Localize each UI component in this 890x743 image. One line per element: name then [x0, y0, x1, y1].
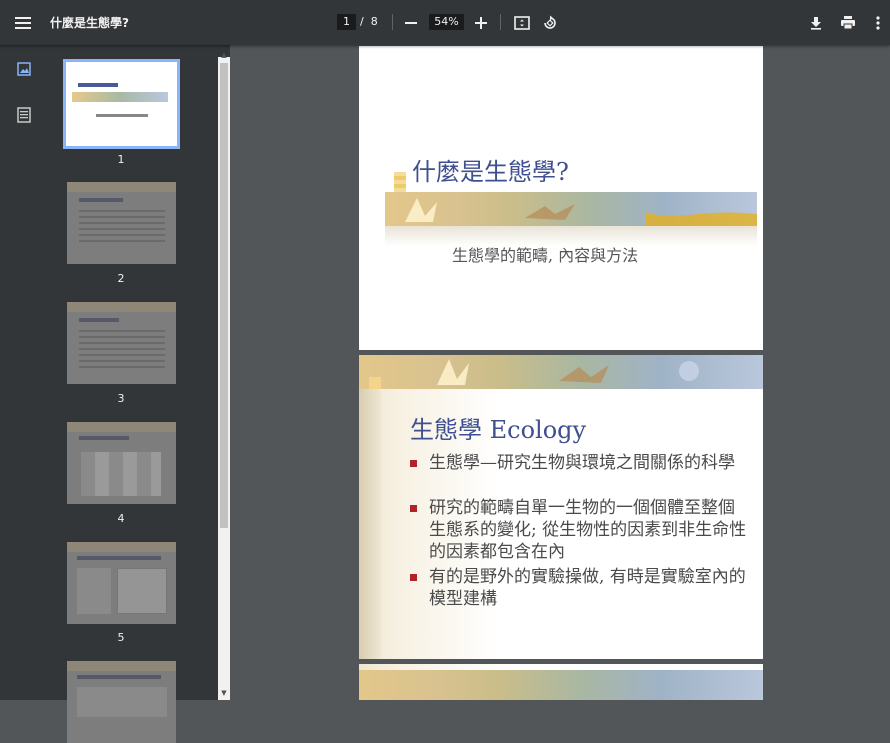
- thumbnail-preview-image: [77, 568, 111, 614]
- download-icon[interactable]: [805, 12, 827, 34]
- toolbar-divider: [500, 14, 501, 30]
- pdf-page-3: [359, 664, 763, 700]
- page-number-input[interactable]: 1: [337, 14, 356, 30]
- thumbnail-page-2[interactable]: [67, 182, 176, 264]
- thumbnail-preview-lines: [79, 330, 165, 332]
- thumbnail-page-4[interactable]: [67, 422, 176, 504]
- print-icon[interactable]: [837, 12, 859, 34]
- thumbnail-number: 2: [117, 272, 125, 285]
- bullet-item: 研究的範疇自單一生物的一個個體至整個生態系的變化; 從生物性的因素到非生命性的因…: [410, 497, 749, 563]
- thumbnail-preview-lines: [79, 210, 165, 212]
- thumbnail-number: 4: [117, 512, 125, 525]
- rotate-icon[interactable]: [539, 12, 561, 34]
- thumbnail-list: 1 2 3 4 5: [0, 45, 218, 743]
- hamburger-menu-icon[interactable]: [12, 12, 34, 34]
- document-title: 什麼是生態學?: [50, 16, 129, 30]
- sidebar: 1 2 3 4 5 ▲ ▼: [0, 45, 230, 743]
- thumbnail-page-5[interactable]: [67, 542, 176, 624]
- plus-icon[interactable]: [470, 12, 492, 34]
- thumbnail-preview-title: [78, 83, 118, 87]
- thumbnail-number: 1: [117, 153, 125, 166]
- more-vert-icon[interactable]: [867, 12, 889, 34]
- thumbnail-preview-subtitle: [96, 114, 148, 117]
- bullet-marker-icon: [410, 574, 417, 581]
- thumbnail-preview: [67, 422, 176, 432]
- thumbnail-preview-image: [81, 452, 161, 496]
- slide-1-subtitle: 生態學的範疇, 內容與方法: [452, 246, 639, 265]
- thumbnail-preview: [67, 302, 176, 312]
- fit-to-page-icon[interactable]: [511, 12, 533, 34]
- thumbnail-page-6[interactable]: [67, 661, 176, 743]
- slide-2-title: 生態學 Ecology: [410, 416, 587, 444]
- thumbnail-preview: [67, 542, 176, 552]
- toolbar-divider: [392, 14, 393, 30]
- bullet-item: 有的是野外的實驗操做, 有時是實驗室內的模型建構: [410, 566, 749, 610]
- decorative-banner: [359, 670, 763, 700]
- thumbnail-preview-title: [79, 198, 123, 202]
- thumbnail-page-3[interactable]: [67, 302, 176, 384]
- zoom-input[interactable]: 54%: [429, 14, 464, 30]
- bullet-marker-icon: [410, 460, 417, 467]
- thumbnail-preview: [72, 92, 168, 102]
- decorative-banner: [385, 192, 757, 226]
- minus-icon[interactable]: [400, 12, 422, 34]
- thumbnail-page-1[interactable]: [63, 59, 180, 149]
- pdf-page-1: [359, 46, 763, 350]
- scroll-up-arrow-icon[interactable]: ▲: [219, 50, 229, 60]
- bullet-marker-icon: [410, 505, 417, 512]
- thumbnail-number: 5: [117, 631, 125, 644]
- thumbnail-preview-graph: [117, 568, 167, 614]
- thumbnail-preview-title: [79, 318, 119, 322]
- thumbnail-number: 3: [117, 392, 125, 405]
- thumbnail-preview-title: [79, 436, 129, 440]
- thumbnail-preview: [67, 182, 176, 192]
- sidebar-scrollbar-thumb[interactable]: [220, 63, 228, 528]
- scroll-down-arrow-icon[interactable]: ▼: [219, 688, 229, 698]
- toolbar: 什麼是生態學? 1 / 8 54%: [0, 0, 890, 45]
- thumbnail-preview-title: [77, 675, 161, 679]
- thumbnail-preview-title: [77, 556, 161, 560]
- decorative-banner: [359, 355, 763, 389]
- bullet-item: 生態學—研究生物與環境之間關係的科學: [410, 452, 749, 474]
- thumbnail-preview-image: [77, 687, 167, 717]
- page-count: / 8: [360, 15, 378, 28]
- thumbnail-preview: [67, 661, 176, 671]
- slide-1-title: 什麼是生態學?: [412, 158, 569, 186]
- slide-left-strip: [359, 355, 381, 659]
- title-accent-block: [369, 377, 381, 389]
